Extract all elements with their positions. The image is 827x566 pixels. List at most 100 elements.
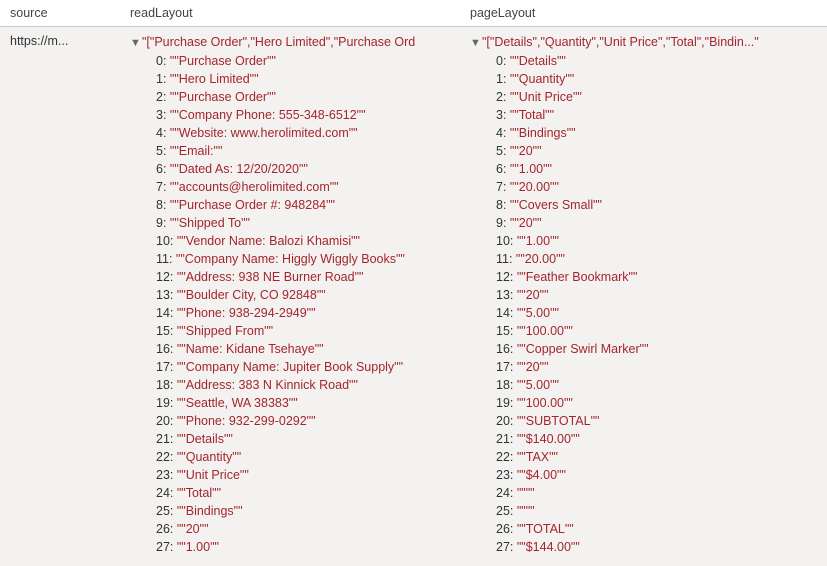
header-source[interactable]: source	[0, 0, 120, 26]
list-item[interactable]: 4: ""Bindings""	[496, 124, 819, 142]
readlayout-root-text: "["Purchase Order","Hero Limited","Purch…	[142, 33, 415, 51]
list-item[interactable]: 16: ""Copper Swirl Marker""	[496, 340, 819, 358]
readlayout-root[interactable]: ▼ "["Purchase Order","Hero Limited","Pur…	[130, 33, 452, 52]
list-item[interactable]: 7: ""accounts@herolimited.com""	[156, 178, 452, 196]
list-item[interactable]: 19: ""100.00""	[496, 394, 819, 412]
list-item[interactable]: 9: ""20""	[496, 214, 819, 232]
header-readlayout[interactable]: readLayout	[120, 0, 460, 26]
list-item[interactable]: 5: ""Email:""	[156, 142, 452, 160]
item-index: 3:	[156, 108, 170, 122]
item-value: ""Purchase Order #: 948284""	[170, 198, 335, 212]
list-item[interactable]: 18: ""5.00""	[496, 376, 819, 394]
list-item[interactable]: 6: ""Dated As: 12/20/2020""	[156, 160, 452, 178]
list-item[interactable]: 27: ""1.00""	[156, 538, 452, 556]
list-item[interactable]: 24: """"	[496, 484, 819, 502]
item-value: ""Purchase Order""	[170, 54, 276, 68]
list-item[interactable]: 8: ""Covers Small""	[496, 196, 819, 214]
list-item[interactable]: 15: ""Shipped From""	[156, 322, 452, 340]
item-index: 15:	[496, 324, 517, 338]
item-index: 25:	[156, 504, 177, 518]
item-value: ""100.00""	[517, 324, 573, 338]
list-item[interactable]: 13: ""Boulder City, CO 92848""	[156, 286, 452, 304]
list-item[interactable]: 22: ""TAX""	[496, 448, 819, 466]
list-item[interactable]: 17: ""Company Name: Jupiter Book Supply"…	[156, 358, 452, 376]
list-item[interactable]: 14: ""5.00""	[496, 304, 819, 322]
list-item[interactable]: 26: ""20""	[156, 520, 452, 538]
item-index: 12:	[496, 270, 517, 284]
list-item[interactable]: 17: ""20""	[496, 358, 819, 376]
item-value: ""Total""	[510, 108, 554, 122]
item-value: ""Vendor Name: Balozi Khamisi""	[177, 234, 360, 248]
list-item[interactable]: 4: ""Website: www.herolimited.com""	[156, 124, 452, 142]
list-item[interactable]: 2: ""Purchase Order""	[156, 88, 452, 106]
list-item[interactable]: 3: ""Company Phone: 555-348-6512""	[156, 106, 452, 124]
item-value: ""Address: 938 NE Burner Road""	[177, 270, 364, 284]
list-item[interactable]: 15: ""100.00""	[496, 322, 819, 340]
pagelayout-root[interactable]: ▼ "["Details","Quantity","Unit Price","T…	[470, 33, 819, 52]
item-value: ""Boulder City, CO 92848""	[177, 288, 326, 302]
item-index: 8:	[156, 198, 170, 212]
item-value: ""100.00""	[517, 396, 573, 410]
list-item[interactable]: 12: ""Address: 938 NE Burner Road""	[156, 268, 452, 286]
caret-down-icon[interactable]: ▼	[130, 33, 142, 52]
item-value: ""20.00""	[516, 252, 565, 266]
list-item[interactable]: 14: ""Phone: 938-294-2949""	[156, 304, 452, 322]
list-item[interactable]: 2: ""Unit Price""	[496, 88, 819, 106]
list-item[interactable]: 9: ""Shipped To""	[156, 214, 452, 232]
item-value: ""$4.00""	[517, 468, 566, 482]
list-item[interactable]: 7: ""20.00""	[496, 178, 819, 196]
list-item[interactable]: 1: ""Quantity""	[496, 70, 819, 88]
item-index: 1:	[496, 72, 510, 86]
item-value: ""Name: Kidane Tsehaye""	[177, 342, 324, 356]
item-value: ""Purchase Order""	[170, 90, 276, 104]
item-value: ""Website: www.herolimited.com""	[170, 126, 358, 140]
list-item[interactable]: 8: ""Purchase Order #: 948284""	[156, 196, 452, 214]
source-text: https://m...	[10, 33, 112, 48]
list-item[interactable]: 5: ""20""	[496, 142, 819, 160]
list-item[interactable]: 13: ""20""	[496, 286, 819, 304]
list-item[interactable]: 11: ""20.00""	[496, 250, 819, 268]
list-item[interactable]: 16: ""Name: Kidane Tsehaye""	[156, 340, 452, 358]
item-index: 26:	[156, 522, 177, 536]
item-value: ""Details""	[510, 54, 566, 68]
list-item[interactable]: 10: ""1.00""	[496, 232, 819, 250]
list-item[interactable]: 1: ""Hero Limited""	[156, 70, 452, 88]
list-item[interactable]: 20: ""SUBTOTAL""	[496, 412, 819, 430]
item-value: ""Phone: 932-299-0292""	[177, 414, 316, 428]
list-item[interactable]: 12: ""Feather Bookmark""	[496, 268, 819, 286]
item-index: 0:	[156, 54, 170, 68]
list-item[interactable]: 0: ""Details""	[496, 52, 819, 70]
item-value: ""Company Name: Jupiter Book Supply""	[177, 360, 403, 374]
list-item[interactable]: 24: ""Total""	[156, 484, 452, 502]
table-row: https://m... ▼ "["Purchase Order","Hero …	[0, 27, 827, 566]
readlayout-items: 0: ""Purchase Order""1: ""Hero Limited""…	[130, 52, 452, 556]
list-item[interactable]: 21: ""$140.00""	[496, 430, 819, 448]
item-value: ""Unit Price""	[510, 90, 582, 104]
list-item[interactable]: 26: ""TOTAL""	[496, 520, 819, 538]
list-item[interactable]: 19: ""Seattle, WA 38383""	[156, 394, 452, 412]
list-item[interactable]: 18: ""Address: 383 N Kinnick Road""	[156, 376, 452, 394]
list-item[interactable]: 10: ""Vendor Name: Balozi Khamisi""	[156, 232, 452, 250]
list-item[interactable]: 27: ""$144.00""	[496, 538, 819, 556]
item-value: ""$144.00""	[517, 540, 580, 554]
item-index: 23:	[156, 468, 177, 482]
list-item[interactable]: 25: ""Bindings""	[156, 502, 452, 520]
list-item[interactable]: 6: ""1.00""	[496, 160, 819, 178]
list-item[interactable]: 0: ""Purchase Order""	[156, 52, 452, 70]
list-item[interactable]: 23: ""Unit Price""	[156, 466, 452, 484]
item-index: 19:	[496, 396, 517, 410]
list-item[interactable]: 20: ""Phone: 932-299-0292""	[156, 412, 452, 430]
list-item[interactable]: 25: """"	[496, 502, 819, 520]
caret-down-icon[interactable]: ▼	[470, 33, 482, 52]
item-value: ""Quantity""	[510, 72, 574, 86]
list-item[interactable]: 21: ""Details""	[156, 430, 452, 448]
list-item[interactable]: 22: ""Quantity""	[156, 448, 452, 466]
item-value: """"	[517, 486, 535, 500]
item-value: ""Address: 383 N Kinnick Road""	[177, 378, 358, 392]
list-item[interactable]: 23: ""$4.00""	[496, 466, 819, 484]
list-item[interactable]: 3: ""Total""	[496, 106, 819, 124]
item-index: 17:	[496, 360, 517, 374]
item-value: ""1.00""	[510, 162, 552, 176]
header-pagelayout[interactable]: pageLayout	[460, 0, 827, 26]
list-item[interactable]: 11: ""Company Name: Higgly Wiggly Books"…	[156, 250, 452, 268]
